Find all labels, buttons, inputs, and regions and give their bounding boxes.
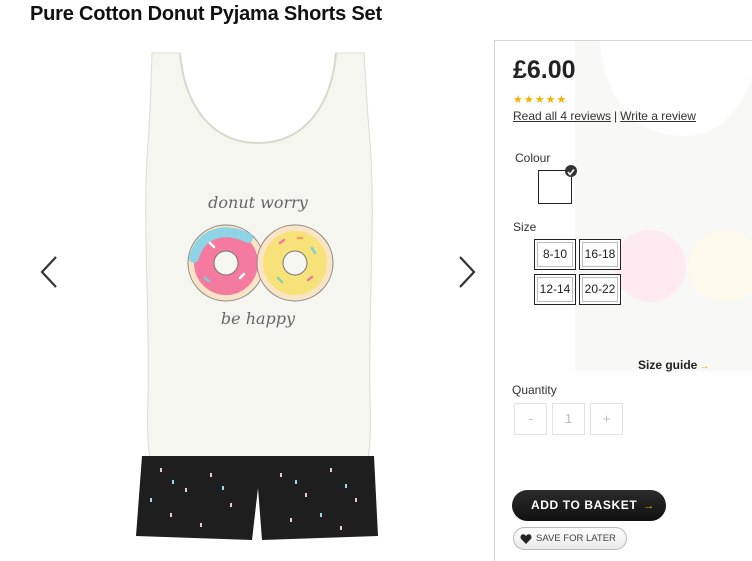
add-to-basket-button[interactable]: ADD TO BASKET → bbox=[512, 490, 666, 521]
size-guide-link[interactable]: Size guide → bbox=[638, 358, 709, 372]
size-button-12-14[interactable]: 12-14 bbox=[534, 274, 576, 305]
quantity-input[interactable]: 1 bbox=[552, 403, 585, 435]
heart-icon bbox=[520, 532, 532, 544]
read-reviews-link[interactable]: Read all 4 reviews bbox=[513, 109, 611, 123]
product-image[interactable]: donut worry be happy bbox=[130, 48, 385, 548]
size-button-16-18[interactable]: 16-18 bbox=[579, 239, 621, 270]
write-review-link[interactable]: Write a review bbox=[620, 109, 696, 123]
arrow-right-icon: → bbox=[699, 361, 710, 372]
chevron-left-icon[interactable] bbox=[36, 254, 64, 290]
size-label: Size bbox=[513, 220, 537, 234]
background-product-image bbox=[575, 41, 752, 371]
reviews-links: Read all 4 reviews | Write a review bbox=[513, 109, 696, 123]
quantity-decrease-button[interactable]: - bbox=[514, 403, 547, 435]
price: £6.00 bbox=[513, 56, 576, 84]
save-for-later-button[interactable]: SAVE FOR LATER bbox=[513, 527, 627, 550]
size-button-8-10[interactable]: 8-10 bbox=[534, 239, 576, 270]
product-title: Pure Cotton Donut Pyjama Shorts Set bbox=[30, 3, 382, 25]
add-to-basket-label: ADD TO BASKET bbox=[531, 498, 638, 512]
print-text-top: donut worry bbox=[208, 193, 309, 212]
link-separator: | bbox=[614, 109, 618, 123]
arrow-right-icon: → bbox=[643, 500, 655, 512]
rating-stars: ★★★★★ bbox=[513, 94, 568, 106]
size-button-20-22[interactable]: 20-22 bbox=[579, 274, 621, 305]
buy-panel: £6.00 ★★★★★ Read all 4 reviews | Write a r… bbox=[494, 40, 752, 561]
product-gallery: donut worry be happy bbox=[0, 40, 495, 561]
quantity-label: Quantity bbox=[512, 383, 557, 397]
selected-check-icon bbox=[565, 165, 577, 177]
chevron-right-icon[interactable] bbox=[452, 254, 480, 290]
print-text-bottom: be happy bbox=[221, 309, 296, 328]
colour-label: Colour bbox=[515, 151, 551, 165]
size-guide-label: Size guide bbox=[638, 358, 698, 372]
save-for-later-label: SAVE FOR LATER bbox=[536, 533, 616, 544]
quantity-increase-button[interactable]: + bbox=[590, 403, 623, 435]
